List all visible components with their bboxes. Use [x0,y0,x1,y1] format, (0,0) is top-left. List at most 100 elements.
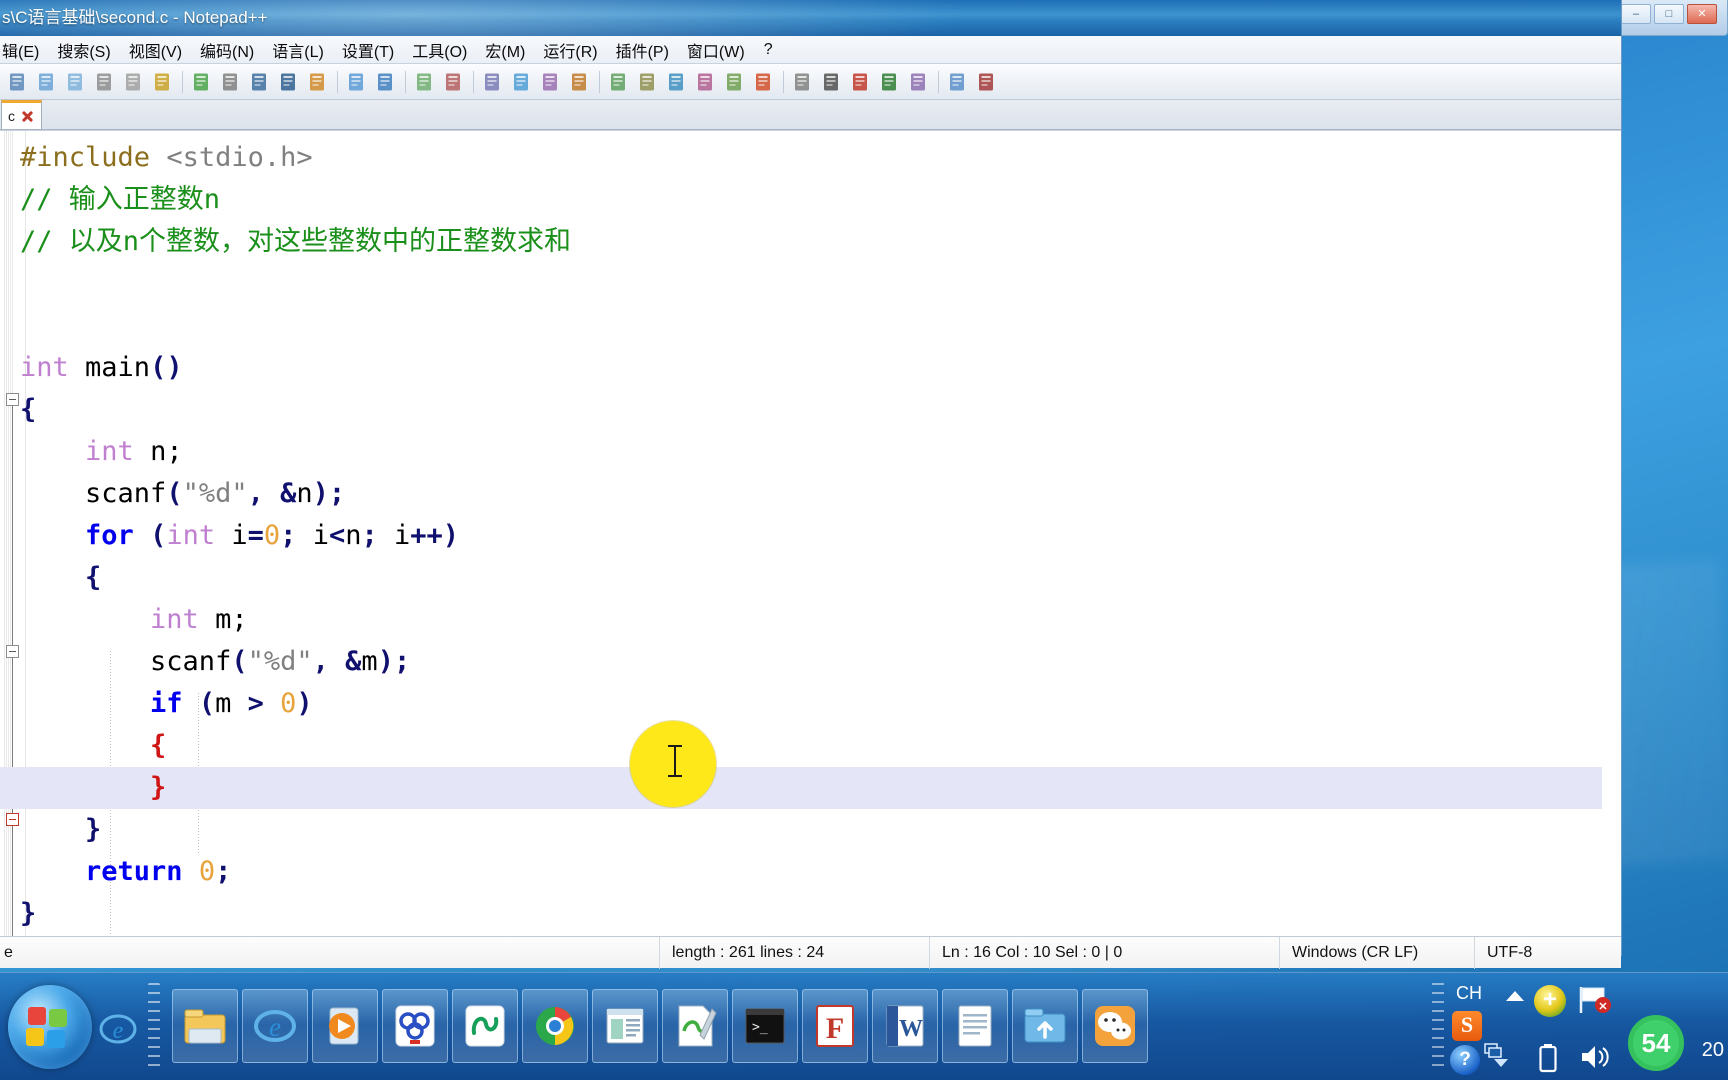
run-macro-multiple-icon[interactable] [905,68,933,96]
zoom-in-icon[interactable] [440,68,468,96]
code-text[interactable]: #include <stdio.h> // 输入正整数n // 以及n个整数，对这些… [0,137,1621,935]
code-line[interactable]: int main() [20,347,1621,389]
new-file-icon[interactable] [4,68,32,96]
code-line[interactable]: if (m > 0) [20,683,1621,725]
network-flag-icon[interactable]: ✕ [1578,985,1614,1015]
code-line[interactable]: // 输入正整数n [20,179,1621,221]
code-line[interactable]: scanf("%d", &n); [20,473,1621,515]
fold-marker-if[interactable] [6,813,19,826]
close-icon[interactable] [120,68,148,96]
code-line[interactable] [20,305,1621,347]
cut-icon[interactable] [217,68,245,96]
code-line[interactable]: int n; [20,431,1621,473]
task-notepadpp[interactable] [662,989,728,1063]
code-line[interactable]: } [20,809,1621,851]
function-list-icon[interactable] [750,68,778,96]
show-all-chars-icon[interactable] [605,68,633,96]
volume-icon[interactable] [1580,1043,1610,1071]
code-line[interactable]: { [20,557,1621,599]
menu-encoding[interactable]: 编码(N) [191,36,263,64]
paste-icon[interactable] [275,68,303,96]
battery-icon[interactable] [1538,1043,1558,1073]
code-line[interactable]: { [20,389,1621,431]
menu-help[interactable]: ? [754,39,783,61]
fold-marker-for[interactable] [6,645,19,658]
sogou-ime-icon[interactable]: S [1452,1011,1482,1041]
replace-icon[interactable] [411,68,439,96]
tab-second-c[interactable]: c [1,100,42,129]
menu-macro[interactable]: 宏(M) [476,36,534,64]
task-command-prompt[interactable]: >_ [732,989,798,1063]
show-hidden-icons-arrow[interactable] [1506,991,1524,1001]
task-document-viewer[interactable] [592,989,658,1063]
fold-marker-main[interactable] [6,393,19,406]
bg-close-button[interactable]: ✕ [1687,4,1717,24]
code-line[interactable]: #include <stdio.h> [20,137,1621,179]
close-all-icon[interactable] [149,68,177,96]
doc-map-icon[interactable] [721,68,749,96]
bg-maximize-button[interactable]: □ [1654,4,1684,24]
ui-user-lang-icon[interactable] [663,68,691,96]
word-wrap-icon[interactable] [566,68,594,96]
sync-horizontal-icon[interactable] [537,68,565,96]
code-line[interactable]: { [20,725,1621,767]
tab-close-icon[interactable] [20,109,35,124]
save-macro-icon[interactable] [944,68,972,96]
code-line[interactable]: } [20,893,1621,935]
print-icon[interactable] [188,68,216,96]
find-icon[interactable] [372,68,400,96]
save-icon[interactable] [62,68,90,96]
taskbar-clock[interactable]: 20 [1702,1039,1724,1062]
menu-edit[interactable]: 辑(E) [0,36,48,64]
open-file-icon[interactable] [33,68,61,96]
title-bar[interactable]: s\C语言基础\second.c - Notepad++ [0,0,1621,36]
task-media-player[interactable] [312,989,378,1063]
menu-view[interactable]: 视图(V) [120,36,191,64]
menu-window[interactable]: 窗口(W) [678,36,754,64]
code-line[interactable]: return 0; [20,851,1621,893]
task-baidu-netdisk[interactable] [382,989,448,1063]
save-all-icon[interactable] [91,68,119,96]
tray-grip[interactable] [1432,983,1444,1073]
notification-badge[interactable]: 54 [1628,1015,1684,1071]
stop-macro-icon[interactable] [847,68,875,96]
bg-minimize-button[interactable]: – [1621,4,1651,24]
task-wechat[interactable] [1082,989,1148,1063]
start-button[interactable] [8,985,92,1069]
task-windows-explorer[interactable] [172,989,238,1063]
ime-soft-keyboard-icon[interactable] [1484,1043,1502,1059]
ime-help-icon[interactable]: ? [1450,1045,1480,1075]
task-filezilla[interactable]: F [802,989,868,1063]
menu-search[interactable]: 搜索(S) [48,36,119,64]
code-line[interactable]: } [0,767,1602,809]
menu-run[interactable]: 运行(R) [534,36,606,64]
menu-language[interactable]: 语言(L) [263,36,333,64]
security-shield-icon[interactable] [1534,985,1566,1017]
ime-indicator[interactable]: CH [1456,983,1482,1004]
code-line[interactable]: int m; [20,599,1621,641]
task-upload-tool[interactable] [1012,989,1078,1063]
code-editor[interactable]: #include <stdio.h> // 输入正整数n // 以及n个整数，对这些… [0,130,1621,936]
menu-settings[interactable]: 设置(T) [333,36,403,64]
show-symbol-icon[interactable] [692,68,720,96]
task-microsoft-word[interactable]: W [872,989,938,1063]
task-internet-explorer[interactable]: e [242,989,308,1063]
task-notepad[interactable] [942,989,1008,1063]
ime-menu-arrow-icon[interactable] [1494,1059,1508,1067]
quick-launch-internet-explorer[interactable]: e [96,1007,140,1051]
spellcheck-icon[interactable] [973,68,1001,96]
code-line[interactable]: scanf("%d", &m); [20,641,1621,683]
code-line[interactable]: for (int i=0; i<n; i++) [20,515,1621,557]
redo-icon[interactable] [343,68,371,96]
task-nutstore[interactable] [452,989,518,1063]
folder-workspace-icon[interactable] [789,68,817,96]
taskbar-grip[interactable] [148,983,160,1073]
code-line[interactable] [20,263,1621,305]
code-line[interactable]: // 以及n个整数，对这些整数中的正整数求和 [20,221,1621,263]
zoom-out-icon[interactable] [479,68,507,96]
task-google-chrome[interactable] [522,989,588,1063]
sync-vertical-icon[interactable] [508,68,536,96]
copy-icon[interactable] [246,68,274,96]
indent-guide-icon[interactable] [634,68,662,96]
play-macro-icon[interactable] [876,68,904,96]
